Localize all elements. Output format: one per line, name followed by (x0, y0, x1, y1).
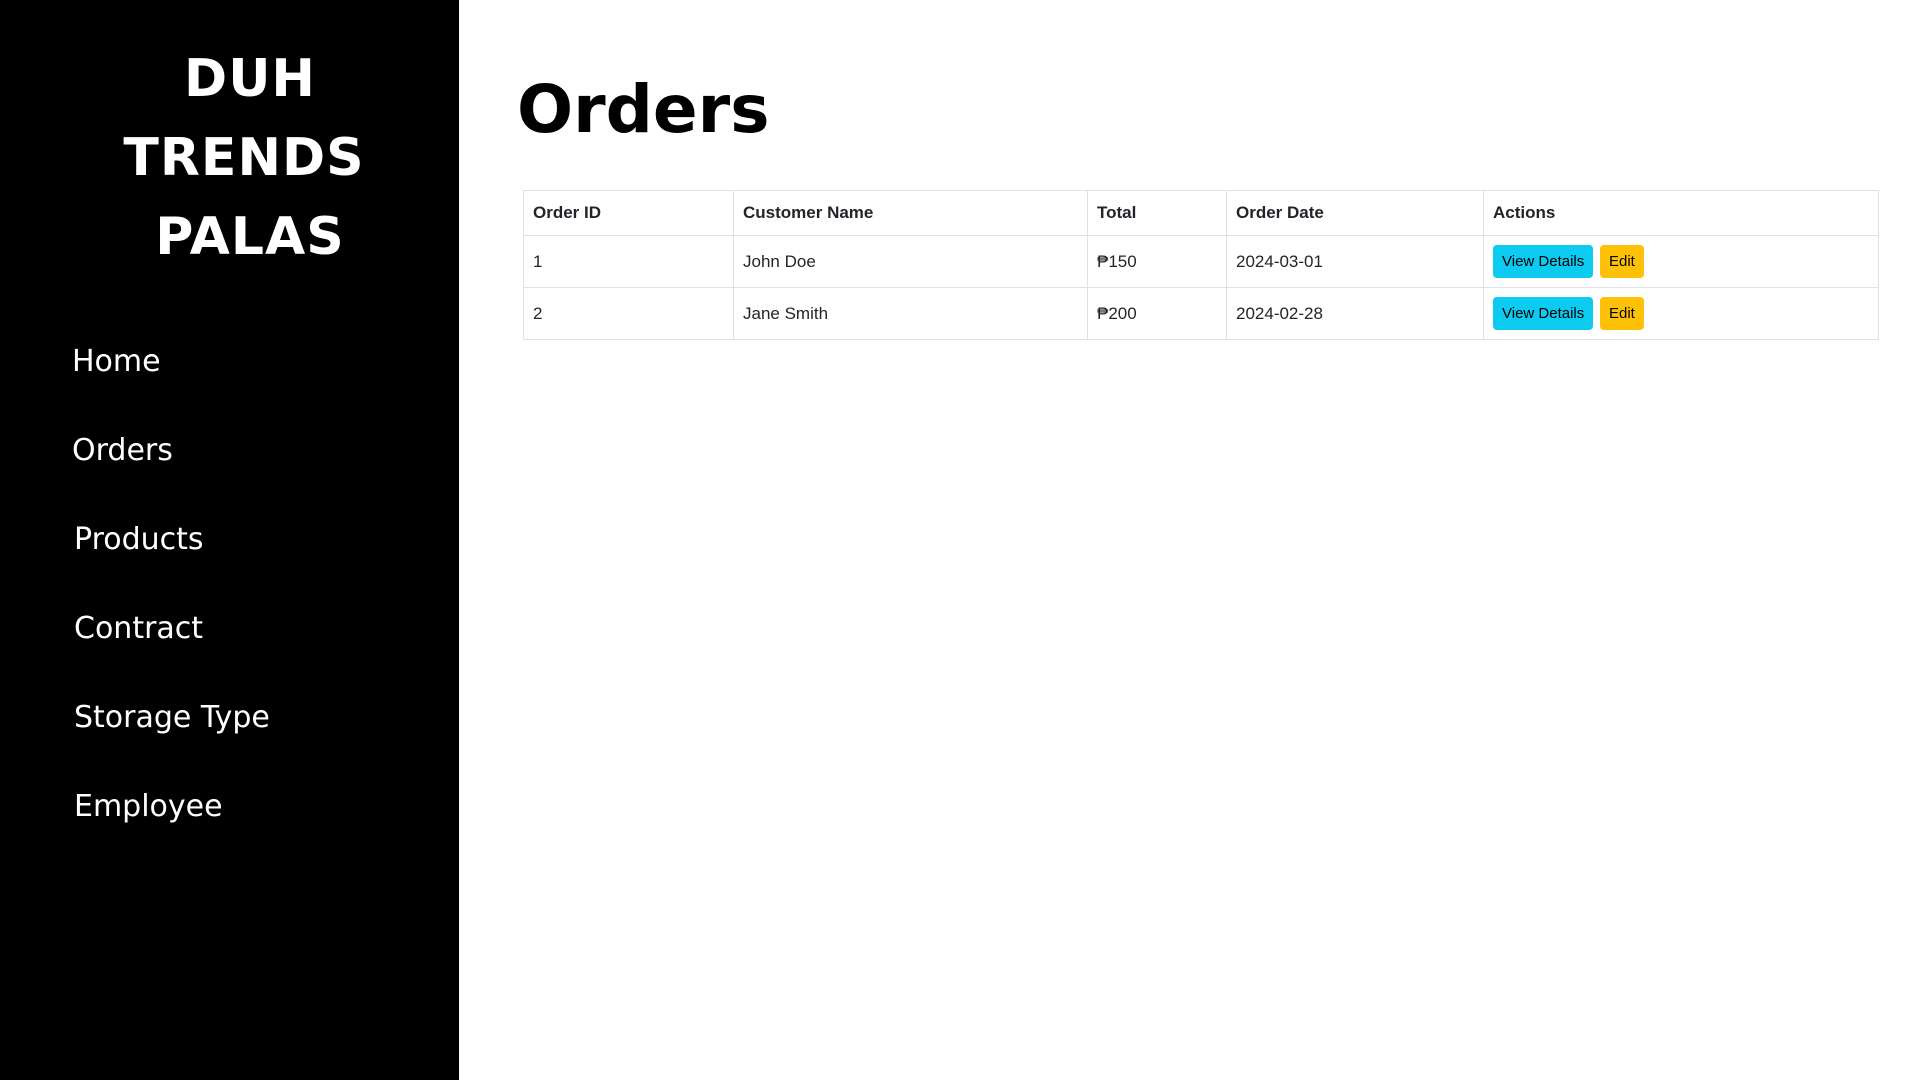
brand-line-2: TRENDS (123, 128, 365, 188)
cell-order-date: 2024-03-01 (1226, 235, 1484, 288)
cell-order-date: 2024-02-28 (1226, 287, 1484, 340)
main-content: Orders Order ID Customer Name Total Orde… (459, 0, 1920, 1080)
brand-line-3: PALAS (155, 207, 345, 267)
brand-logo: DUH TRENDS PALAS (0, 40, 500, 277)
sidebar: DUH TRENDS PALAS Home Orders Products Co… (0, 0, 459, 1080)
table-body: 1 John Doe ₱150 2024-03-01 View Details … (523, 235, 1879, 340)
cell-actions: View Details Edit (1483, 287, 1879, 340)
page-title: Orders (517, 71, 770, 148)
sidebar-nav: Home Orders Products Contract Storage Ty… (0, 338, 459, 872)
sidebar-item-orders[interactable]: Orders (0, 427, 459, 516)
table-header-row: Order ID Customer Name Total Order Date … (523, 190, 1879, 236)
cell-actions: View Details Edit (1483, 235, 1879, 288)
header-actions: Actions (1483, 190, 1879, 236)
brand-line-1: DUH (184, 49, 316, 109)
cell-total: ₱150 (1087, 235, 1227, 288)
view-details-button[interactable]: View Details (1493, 245, 1594, 278)
cell-order-id: 1 (523, 235, 734, 288)
table-header: Order ID Customer Name Total Order Date … (523, 190, 1879, 236)
cell-total: ₱200 (1087, 287, 1227, 340)
cell-customer-name: John Doe (733, 235, 1088, 288)
header-order-date: Order Date (1226, 190, 1484, 236)
table-row: 2 Jane Smith ₱200 2024-02-28 View Detail… (523, 287, 1879, 340)
cell-order-id: 2 (523, 287, 734, 340)
sidebar-item-products[interactable]: Products (0, 516, 459, 605)
view-details-button[interactable]: View Details (1493, 297, 1594, 330)
table-row: 1 John Doe ₱150 2024-03-01 View Details … (523, 235, 1879, 288)
sidebar-item-home[interactable]: Home (0, 338, 459, 427)
sidebar-item-employee[interactable]: Employee (0, 783, 459, 872)
edit-button[interactable]: Edit (1600, 297, 1644, 330)
header-order-id: Order ID (523, 190, 734, 236)
sidebar-item-contract[interactable]: Contract (0, 605, 459, 694)
header-total: Total (1087, 190, 1227, 236)
header-customer-name: Customer Name (733, 190, 1088, 236)
cell-customer-name: Jane Smith (733, 287, 1088, 340)
app-root: DUH TRENDS PALAS Home Orders Products Co… (0, 0, 1920, 1080)
sidebar-item-storage-type[interactable]: Storage Type (0, 694, 459, 783)
edit-button[interactable]: Edit (1600, 245, 1644, 278)
orders-table: Order ID Customer Name Total Order Date … (523, 190, 1879, 340)
